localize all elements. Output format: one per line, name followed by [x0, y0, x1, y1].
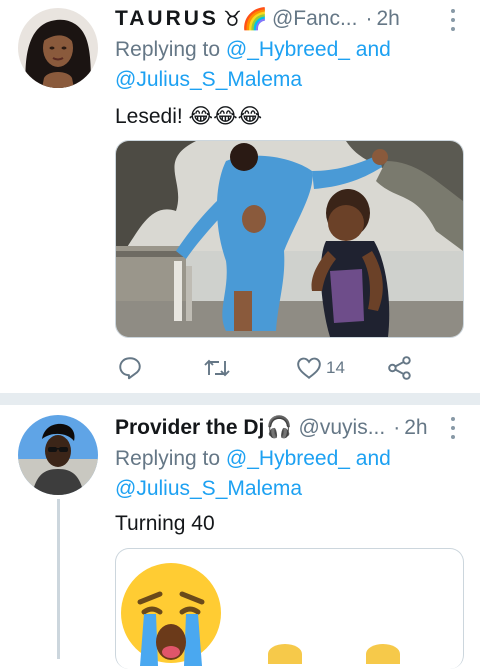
avatar[interactable]: [18, 8, 98, 88]
tweet-divider: [0, 393, 480, 405]
share-button[interactable]: [387, 348, 413, 388]
tweet-text: Turning 40: [115, 512, 215, 535]
avatar-image: [18, 415, 98, 495]
partial-emoji: [268, 644, 302, 664]
crying-face-emoji: [118, 560, 224, 666]
mention-and[interactable]: and: [350, 38, 391, 61]
user-handle[interactable]: @Fanc...: [272, 7, 358, 31]
timestamp[interactable]: 2h: [404, 416, 427, 440]
avatar[interactable]: [18, 415, 98, 495]
replying-prefix: Replying to: [115, 38, 226, 61]
name-emojis: ♉🌈: [222, 7, 268, 31]
partial-emoji: [366, 644, 400, 664]
reply-icon: [119, 357, 141, 380]
tweet-header: TAURUS ♉🌈 @Fanc... · 2h: [115, 4, 455, 34]
share-icon: [388, 356, 411, 380]
retweet-button[interactable]: [203, 348, 231, 388]
display-name[interactable]: TAURUS: [115, 7, 219, 31]
like-button[interactable]: 14: [296, 348, 345, 388]
mention-hybreed[interactable]: @_Hybreed_: [226, 38, 350, 61]
replying-to-line2: @Julius_S_Malema: [115, 68, 302, 92]
mention-julius[interactable]: @Julius_S_Malema: [115, 477, 302, 500]
crying-face-icon: [121, 563, 221, 666]
display-name[interactable]: Provider the Dj: [115, 416, 264, 440]
timestamp[interactable]: 2h: [376, 7, 399, 31]
replying-prefix: Replying to: [115, 447, 226, 470]
tweet-media[interactable]: [115, 140, 464, 338]
mention-hybreed[interactable]: @_Hybreed_: [226, 447, 350, 470]
separator-dot: ·: [393, 416, 401, 439]
media-image: [116, 141, 463, 337]
replying-to-line2: @Julius_S_Malema: [115, 477, 302, 501]
user-handle[interactable]: @vuyis...: [299, 416, 386, 440]
tweet-header: Provider the Dj 🎧 @vuyis... · 2h: [115, 413, 455, 443]
like-icon: [297, 357, 321, 379]
replying-to: Replying to @_Hybreed_ and: [115, 447, 391, 471]
tweet-text: Lesedi! 😂😂😂: [115, 105, 263, 128]
retweet-icon: [204, 359, 230, 377]
mention-julius[interactable]: @Julius_S_Malema: [115, 68, 302, 91]
tweet-taurus[interactable]: TAURUS ♉🌈 @Fanc... · 2h Replying to @_Hy…: [0, 0, 480, 395]
tweet-actions: 14: [115, 348, 415, 388]
mention-and[interactable]: and: [350, 447, 391, 470]
headphones-emoji: 🎧: [266, 416, 293, 439]
separator-dot: ·: [365, 7, 373, 30]
replying-to: Replying to @_Hybreed_ and: [115, 38, 391, 62]
avatar-image: [18, 8, 98, 88]
reply-button[interactable]: [117, 348, 143, 388]
more-icon[interactable]: [450, 9, 456, 31]
thread-line: [57, 499, 60, 659]
more-icon[interactable]: [450, 417, 456, 439]
like-count: 14: [326, 358, 345, 377]
